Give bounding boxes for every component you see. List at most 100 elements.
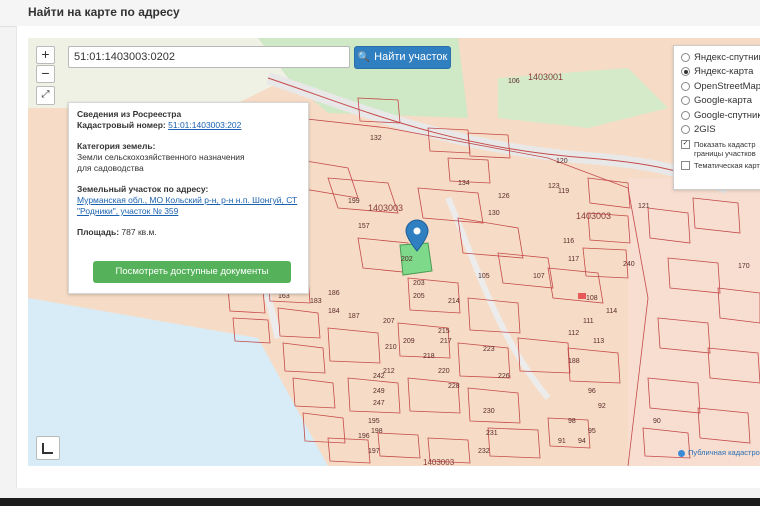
address-label: Земельный участок по адресу:	[77, 184, 209, 194]
plot-number: 120	[556, 158, 568, 165]
zoom-out-button[interactable]: −	[36, 65, 55, 83]
find-plot-button-label: Найти участок	[374, 51, 448, 63]
cadastral-number-link[interactable]: 51:01:1403003:202	[168, 120, 241, 130]
plot-number: 195	[368, 418, 380, 425]
plot-number: 183	[310, 298, 322, 305]
taskbar	[0, 498, 760, 506]
layer-switcher: Яндекс-спутник Яндекс-карта OpenStreetMa…	[673, 45, 760, 190]
area-value: 787 кв.м.	[121, 227, 157, 237]
plot-number: 247	[373, 400, 385, 407]
land-category-value-1: Земли сельскохозяйственного назначения	[77, 152, 245, 162]
plot-number: 92	[598, 403, 606, 410]
plot-number: 114	[606, 308, 618, 315]
radio-icon[interactable]	[681, 125, 690, 135]
land-category-label: Категория земель:	[77, 141, 156, 151]
layer-option-google-map[interactable]: Google-карта	[681, 94, 760, 109]
address-link-1[interactable]: Мурманская обл., МО Кольский р-н, р-н н.…	[77, 195, 300, 206]
plot-number: 105	[478, 273, 490, 280]
page-header: Найти на карте по адресу	[0, 0, 760, 27]
plot-number: 91	[558, 438, 566, 445]
plot-number: 197	[368, 448, 380, 455]
plot-number: 126	[498, 193, 510, 200]
radio-icon[interactable]	[681, 81, 690, 91]
cadastral-map[interactable]: 1403001 1403003 1403003 1403003 106 132 13…	[28, 38, 760, 466]
plot-number: 203	[413, 280, 425, 287]
plot-number: 240	[623, 261, 635, 268]
pkk-logo-icon	[678, 449, 685, 457]
map-attribution[interactable]: Публичная кадастровая карта	[678, 448, 760, 457]
plot-number: 215	[438, 328, 450, 335]
plot-number: 98	[568, 418, 576, 425]
layer-option-2gis[interactable]: 2GIS	[681, 123, 760, 138]
layers-panel-icon[interactable]	[36, 436, 60, 460]
plot-number: 170	[738, 263, 750, 270]
plot-number: 214	[448, 298, 460, 305]
find-plot-button[interactable]: 🔍 Найти участок	[354, 46, 451, 69]
page-title: Найти на карте по адресу	[28, 5, 180, 19]
address-link-2[interactable]: "Родники", участок № 359	[77, 206, 300, 217]
plot-number: 209	[403, 338, 415, 345]
cadastral-label: Кадастровый номер:	[77, 120, 166, 130]
plot-number: 90	[653, 418, 661, 425]
plot-number: 230	[483, 408, 495, 415]
plot-number: 198	[371, 428, 383, 435]
plot-number: 113	[593, 338, 605, 345]
plot-number: 228	[448, 383, 460, 390]
area-label: Площадь:	[77, 227, 120, 237]
search-icon: 🔍	[357, 52, 371, 63]
plot-number: 220	[438, 368, 450, 375]
plot-number: 223	[483, 346, 495, 353]
plot-number: 199	[348, 198, 360, 205]
thematic-toggle[interactable]: Тематическая карта	[681, 161, 760, 170]
quarter-label-bottom: 1403003	[423, 458, 455, 466]
plot-number: 188	[568, 358, 580, 365]
info-card-title: Сведения из Росреестра	[77, 109, 182, 119]
plot-number: 231	[486, 430, 498, 437]
plot-number: 94	[578, 438, 586, 445]
layer-option-openstreetmap[interactable]: OpenStreetMap	[681, 79, 760, 94]
radio-icon[interactable]	[681, 52, 690, 62]
radio-icon[interactable]	[681, 110, 690, 120]
cadastre-toggle[interactable]: ✓ Показать кадастр границы участков	[681, 140, 760, 158]
plot-number: 96	[588, 388, 596, 395]
radio-icon[interactable]	[681, 96, 690, 106]
plot-number: 205	[413, 293, 425, 300]
layer-option-google-satellite[interactable]: Google-спутник	[681, 108, 760, 123]
plot-number: 134	[458, 180, 470, 187]
plot-number: 117	[568, 256, 580, 263]
fullscreen-icon[interactable]: ⤢	[36, 86, 55, 105]
zoom-in-button[interactable]: +	[36, 46, 55, 64]
plot-number: 95	[588, 428, 596, 435]
plot-number: 242	[373, 373, 385, 380]
plot-number: 226	[498, 373, 510, 380]
plot-number: 217	[440, 338, 452, 345]
cadastral-search-input[interactable]	[68, 46, 350, 68]
plot-number: 207	[383, 318, 395, 325]
plot-number: 218	[423, 353, 435, 360]
view-documents-button[interactable]: Посмотреть доступные документы	[93, 261, 291, 283]
checkbox-icon[interactable]	[681, 161, 690, 170]
layer-option-yandex-satellite[interactable]: Яндекс-спутник	[681, 50, 760, 65]
plot-number: 106	[508, 78, 520, 85]
checkbox-checked-icon[interactable]: ✓	[681, 140, 690, 149]
plot-number: 112	[568, 330, 580, 337]
land-category-value-2: для садоводства	[77, 163, 144, 173]
plot-number: 116	[563, 238, 575, 245]
plot-number: 186	[328, 290, 340, 297]
plot-number: 210	[385, 344, 397, 351]
plot-number: 187	[348, 313, 360, 320]
layer-option-yandex-map[interactable]: Яндекс-карта	[681, 65, 760, 80]
plot-number: 163	[278, 293, 290, 300]
plot-number: 196	[358, 433, 370, 440]
plot-number: 119	[558, 188, 570, 195]
quarter-label-mid: 1403003	[368, 203, 404, 213]
radio-selected-icon[interactable]	[681, 67, 690, 77]
plot-number: 132	[370, 135, 382, 142]
plot-number: 157	[358, 223, 370, 230]
plot-number: 111	[583, 318, 594, 325]
quarter-label-right: 1403003	[576, 211, 612, 221]
plot-number: 184	[328, 308, 340, 315]
plot-number: 107	[533, 273, 545, 280]
plot-number: 130	[488, 210, 500, 217]
plot-number: 232	[478, 448, 490, 455]
